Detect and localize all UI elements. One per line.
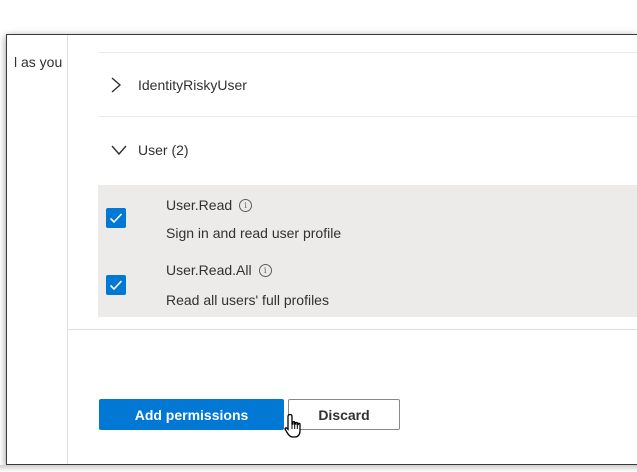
checkmark-icon [109,213,123,224]
permission-row-user-read-all: User.Read.All i Read all users' full pro… [98,249,637,317]
permission-row-user-read: User.Read i Sign in and read user profil… [98,185,637,249]
frame-shadow [0,465,637,472]
add-permissions-button[interactable]: Add permissions [99,399,284,430]
permission-checkbox-user-read[interactable] [106,208,126,228]
request-permissions-panel: IdentityRiskyUser User (2) User.Read i S… [67,35,637,464]
permission-group-label: IdentityRiskyUser [138,76,247,93]
permission-name: User.Read i [166,197,253,213]
permission-group-label: User (2) [138,142,189,158]
checkmark-icon [109,280,123,291]
permission-group-identityriskyuser[interactable]: IdentityRiskyUser [98,53,637,117]
chevron-right-icon [110,75,138,95]
permission-group-user[interactable]: User (2) [98,118,637,182]
permission-name: User.Read.All i [166,262,272,278]
info-icon[interactable]: i [258,263,272,277]
permission-description: Read all users' full profiles [166,292,329,308]
permission-checkbox-user-read-all[interactable] [106,275,126,295]
blade-frame: l as you IdentityRiskyUser User (2) User… [6,34,637,465]
permission-name-text: User.Read.All [166,262,252,278]
hand-pointer-icon [284,413,301,438]
info-icon[interactable]: i [239,198,253,212]
permission-description: Sign in and read user profile [166,225,342,241]
footer-divider [68,329,637,330]
chevron-down-icon [110,140,138,160]
background-text: l as you [14,54,63,70]
permission-name-text: User.Read [166,197,233,213]
